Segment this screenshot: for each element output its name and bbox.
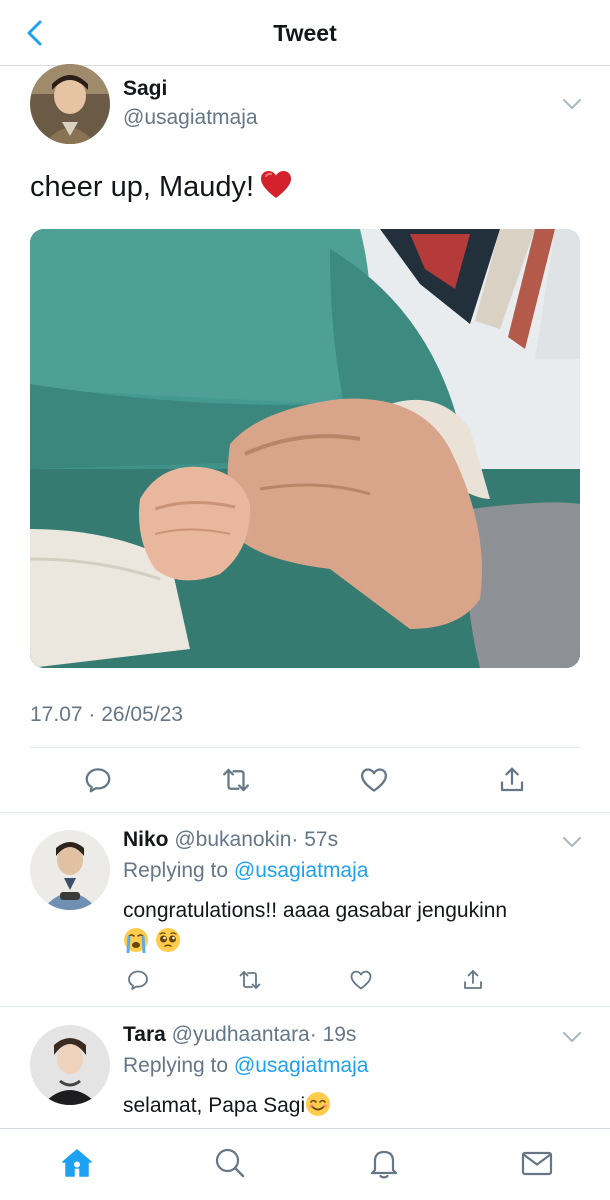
retweet-icon[interactable] xyxy=(219,763,253,797)
author-name[interactable]: Sagi xyxy=(123,77,167,101)
author-handle[interactable]: @usagiatmaja xyxy=(123,106,258,130)
divider xyxy=(0,1006,610,1007)
like-icon[interactable] xyxy=(357,763,391,797)
share-icon[interactable] xyxy=(495,763,529,797)
top-nav-bar: Tweet xyxy=(0,0,610,66)
chevron-down-icon[interactable] xyxy=(562,1030,582,1044)
tweet-timestamp: 17.07 · 26/05/23 xyxy=(30,703,183,726)
page-title: Tweet xyxy=(273,20,337,46)
reply-text: selamat, Papa Sagi xyxy=(123,1090,583,1121)
replying-to: Replying to @usagiatmaja xyxy=(123,859,368,883)
reply-text-content: congratulations!! aaaa gasabar jengukinn xyxy=(123,899,508,922)
reply-text-content: selamat, Papa Sagi xyxy=(123,1094,306,1117)
tweet-text-content: cheer up, Maudy! xyxy=(30,171,255,203)
reply-time: · 19s xyxy=(309,1023,357,1046)
red-heart-icon xyxy=(260,170,292,200)
messages-icon[interactable] xyxy=(519,1145,555,1181)
chevron-down-icon[interactable] xyxy=(562,97,582,111)
like-icon[interactable] xyxy=(347,966,375,994)
author-avatar[interactable] xyxy=(30,64,110,144)
replying-to-label: Replying to xyxy=(123,859,229,882)
reply-author-handle[interactable]: @yudhaantara xyxy=(172,1023,310,1046)
replying-to: Replying to @usagiatmaja xyxy=(123,1054,368,1078)
home-icon[interactable] xyxy=(59,1145,95,1181)
retweet-icon[interactable] xyxy=(236,966,264,994)
search-icon[interactable] xyxy=(212,1145,248,1181)
replying-to-label: Replying to xyxy=(123,1054,229,1077)
tweet-photo[interactable] xyxy=(30,229,580,668)
share-icon[interactable] xyxy=(459,966,487,994)
reply-icon[interactable] xyxy=(81,763,115,797)
reply-time: · 57s xyxy=(291,828,339,851)
reply-author-name[interactable]: Niko xyxy=(123,828,169,851)
reply-icon[interactable] xyxy=(124,966,152,994)
reply-header: Niko @bukanokin· 57s xyxy=(123,828,338,852)
loudly-crying-face-icon xyxy=(123,927,149,954)
reply-author-name[interactable]: Tara xyxy=(123,1023,166,1046)
notifications-icon[interactable] xyxy=(366,1145,402,1181)
reply-header: Tara @yudhaantara· 19s xyxy=(123,1023,356,1047)
pleading-face-icon xyxy=(155,927,181,953)
chevron-down-icon[interactable] xyxy=(562,835,582,849)
smiling-face-icon xyxy=(305,1091,331,1117)
reply-text: congratulations!! aaaa gasabar jengukinn xyxy=(123,895,583,957)
divider xyxy=(0,812,610,813)
replying-to-link[interactable]: @usagiatmaja xyxy=(234,1054,369,1077)
replying-to-link[interactable]: @usagiatmaja xyxy=(234,859,369,882)
reply-avatar[interactable] xyxy=(30,830,110,910)
reply-avatar[interactable] xyxy=(30,1025,110,1105)
tweet-text: cheer up, Maudy! xyxy=(30,170,292,204)
divider xyxy=(30,747,580,748)
bottom-tab-bar xyxy=(0,1128,610,1200)
reply-author-handle[interactable]: @bukanokin xyxy=(174,828,291,851)
